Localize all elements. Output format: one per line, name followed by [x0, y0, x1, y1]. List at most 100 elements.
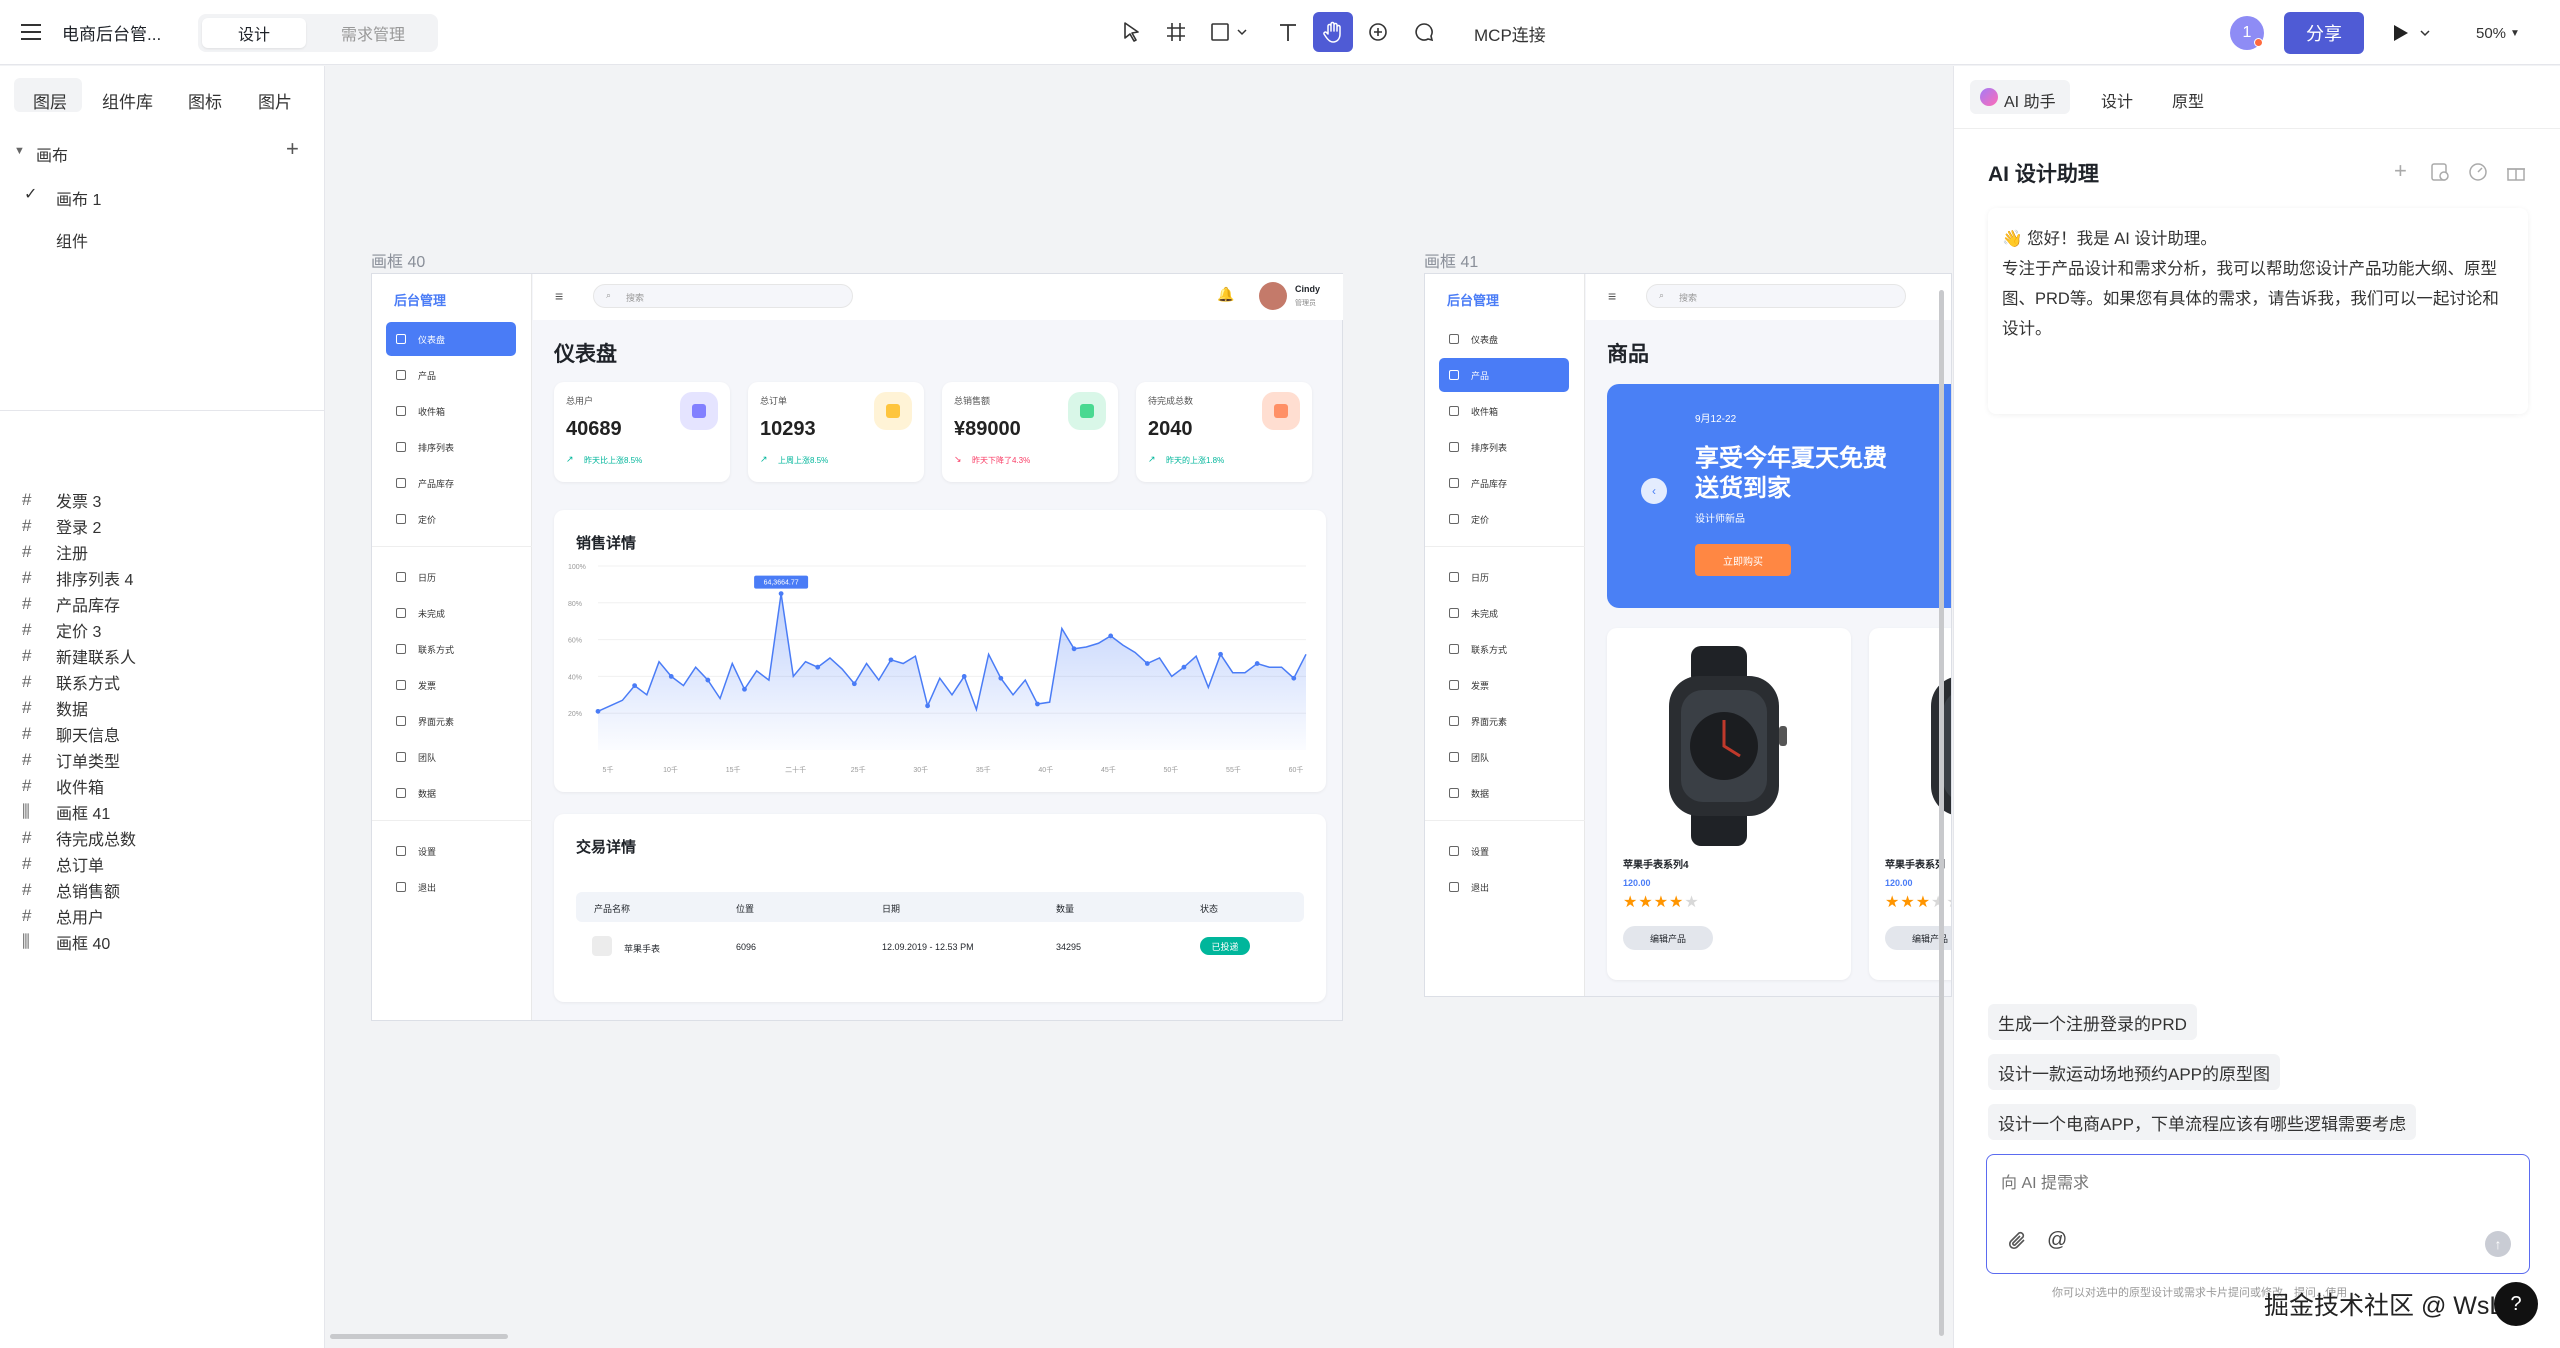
mention-icon[interactable]: @ — [2047, 1229, 2067, 1252]
nav-icon — [396, 572, 406, 582]
mock-search-placeholder: 搜索 — [1679, 293, 1698, 303]
mock-nav-label: 退出 — [418, 882, 437, 893]
tab-design[interactable]: 设计 — [202, 18, 306, 48]
layer-item[interactable]: ⫼ 画框 40 — [22, 925, 312, 959]
star-icon: ★ — [1638, 894, 1654, 911]
stat-label: 待完成总数 — [1148, 396, 1194, 406]
stat-card: 待完成总数 2040 ↗ 昨天的上涨1.8% — [1136, 382, 1312, 482]
ai-prompt-box[interactable]: @ ↑ — [1986, 1154, 2530, 1274]
nav-icon — [396, 406, 406, 416]
ai-greeting: 👋 您好！我是 AI 设计助理。 — [2002, 230, 2217, 248]
suggestion-chip[interactable]: 设计一个电商APP，下单流程应该有哪些逻辑需要考虑 — [1988, 1104, 2417, 1140]
zoom-level[interactable]: 50% ▼ — [2476, 20, 2520, 46]
data-point — [1291, 675, 1297, 681]
horizontal-scrollbar[interactable] — [330, 1334, 508, 1339]
mock-nav-item: 排序列表 — [1439, 430, 1569, 464]
promo-banner: ‹ 9月12-22 享受今年夏天免费 送货到家 设计师新品 立即购买 — [1607, 384, 1951, 608]
mock-nav-item: 产品库存 — [386, 466, 516, 500]
menu-icon: ≡ — [1608, 288, 1617, 304]
frame-icon: # — [22, 854, 32, 873]
area-fill — [598, 593, 1306, 750]
frame-icon: # — [22, 646, 32, 665]
add-canvas-icon[interactable]: + — [286, 136, 299, 162]
tab-icons[interactable]: 图标 — [188, 88, 222, 113]
trade-title: 交易详情 — [576, 839, 637, 856]
divider — [372, 546, 532, 547]
stat-icon — [874, 392, 912, 430]
stat-card: 总订单 10293 ↗ 上周上涨8.5% — [748, 382, 924, 482]
nav-icon — [396, 846, 406, 856]
component-tool-icon[interactable] — [1358, 12, 1398, 52]
text-tool-icon[interactable] — [1268, 12, 1308, 52]
mock-nav-item: 发票 — [1439, 668, 1569, 702]
frame-icon: # — [22, 880, 32, 899]
trend-up-icon: ↗ — [760, 454, 768, 464]
table-header: 产品名称 位置 日期 数量 状态 — [576, 892, 1304, 922]
gift-icon[interactable] — [2506, 162, 2526, 182]
nav-icon — [1449, 370, 1459, 380]
product-name: 苹果手表系列 — [1885, 860, 1945, 871]
tab-ai-assistant[interactable]: AI 助手 — [2004, 88, 2056, 112]
trend-down-icon: ↘ — [954, 454, 962, 464]
vertical-scrollbar[interactable] — [1939, 290, 1944, 1336]
frame-label[interactable]: 画框 41 — [1424, 248, 1478, 272]
peak-label: 64,3664.77 — [764, 580, 799, 587]
mock-nav-label: 设置 — [1471, 846, 1490, 857]
caret-down-icon[interactable]: ▼ — [14, 145, 25, 157]
x-tick-label: 60千 — [1289, 765, 1304, 774]
tab-components[interactable]: 组件库 — [102, 88, 153, 113]
mcp-connect-link[interactable]: MCP连接 — [1474, 20, 1546, 46]
page-item[interactable]: 画布 1 — [56, 186, 101, 210]
x-tick-label: 55千 — [1226, 765, 1241, 774]
frame-41-products[interactable]: 后台管理 仪表盘 产品 收件箱 排序列表 产品库存 定价 日历 未完成 联系方式 发票 界面元素 团队… — [1424, 273, 1952, 997]
status-badge: 已投递 — [1200, 937, 1250, 955]
tab-images[interactable]: 图片 — [258, 88, 292, 113]
tab-design-props[interactable]: 设计 — [2101, 88, 2133, 112]
mock-nav-item: 团队 — [1439, 740, 1569, 774]
data-point — [961, 674, 967, 679]
banner-headline: 送货到家 — [1695, 475, 1791, 502]
mock-nav-label: 产品 — [1471, 370, 1490, 381]
share-button[interactable]: 分享 — [2284, 12, 2364, 54]
mock-nav-item: 退出 — [1439, 870, 1569, 904]
data-point — [1181, 664, 1187, 670]
frame-layout-icon: ⫼ — [22, 802, 30, 821]
select-tool-icon[interactable] — [1112, 12, 1152, 52]
history-icon[interactable] — [2430, 162, 2450, 182]
mock-nav-item: 数据 — [386, 776, 516, 810]
send-icon[interactable]: ↑ — [2485, 1231, 2511, 1257]
stat-value: 40689 — [566, 418, 622, 440]
ai-prompt-input[interactable] — [2001, 1171, 2501, 1197]
hand-tool-icon[interactable] — [1313, 12, 1353, 52]
frame-label[interactable]: 画框 40 — [371, 248, 425, 272]
product-card: 苹果手表系列4 120.00 ★★★★★ 编辑产品 — [1607, 628, 1851, 980]
mock-brand: 后台管理 — [394, 293, 447, 308]
menu-icon[interactable] — [18, 19, 44, 45]
project-title[interactable]: 电商后台管... — [62, 18, 161, 46]
y-tick-label: 20% — [568, 711, 582, 718]
suggestion-chip[interactable]: 生成一个注册登录的PRD — [1988, 1004, 2197, 1040]
tab-prototype[interactable]: 原型 — [2172, 88, 2204, 112]
gauge-icon[interactable] — [2468, 162, 2488, 182]
frame-40-dashboard[interactable]: 后台管理 仪表盘 产品 收件箱 排序列表 产品库存 定价 日历 未完成 联系方式 发票 界面元素 团队… — [371, 273, 1343, 1021]
search-icon: ⌕ — [1659, 290, 1665, 300]
attachment-icon[interactable] — [2007, 1231, 2029, 1253]
frame-tool-icon[interactable] — [1156, 12, 1196, 52]
page-item[interactable]: 组件 — [56, 228, 88, 252]
preview-play-icon[interactable] — [2388, 18, 2438, 48]
bell-icon: 🔔 — [1217, 286, 1235, 302]
stat-icon — [1068, 392, 1106, 430]
tab-requirements[interactable]: 需求管理 — [318, 18, 428, 48]
help-icon[interactable]: ? — [2494, 1282, 2538, 1326]
table-header-cell: 位置 — [736, 904, 755, 914]
new-chat-icon[interactable]: + — [2394, 158, 2407, 184]
tab-layers[interactable]: 图层 — [33, 88, 67, 113]
suggestion-chip[interactable]: 设计一款运动场地预约APP的原型图 — [1988, 1054, 2281, 1090]
comment-tool-icon[interactable] — [1404, 12, 1444, 52]
shape-tool-icon[interactable] — [1200, 12, 1260, 52]
nav-icon — [396, 644, 406, 654]
mock-nav-label: 界面元素 — [1471, 716, 1508, 727]
y-tick-label: 80% — [568, 601, 582, 608]
mock-nav-label: 未完成 — [1471, 608, 1499, 619]
mock-header: ≡ ⌕ 搜索 🔔 Cindy 管理员 — [533, 274, 1343, 320]
